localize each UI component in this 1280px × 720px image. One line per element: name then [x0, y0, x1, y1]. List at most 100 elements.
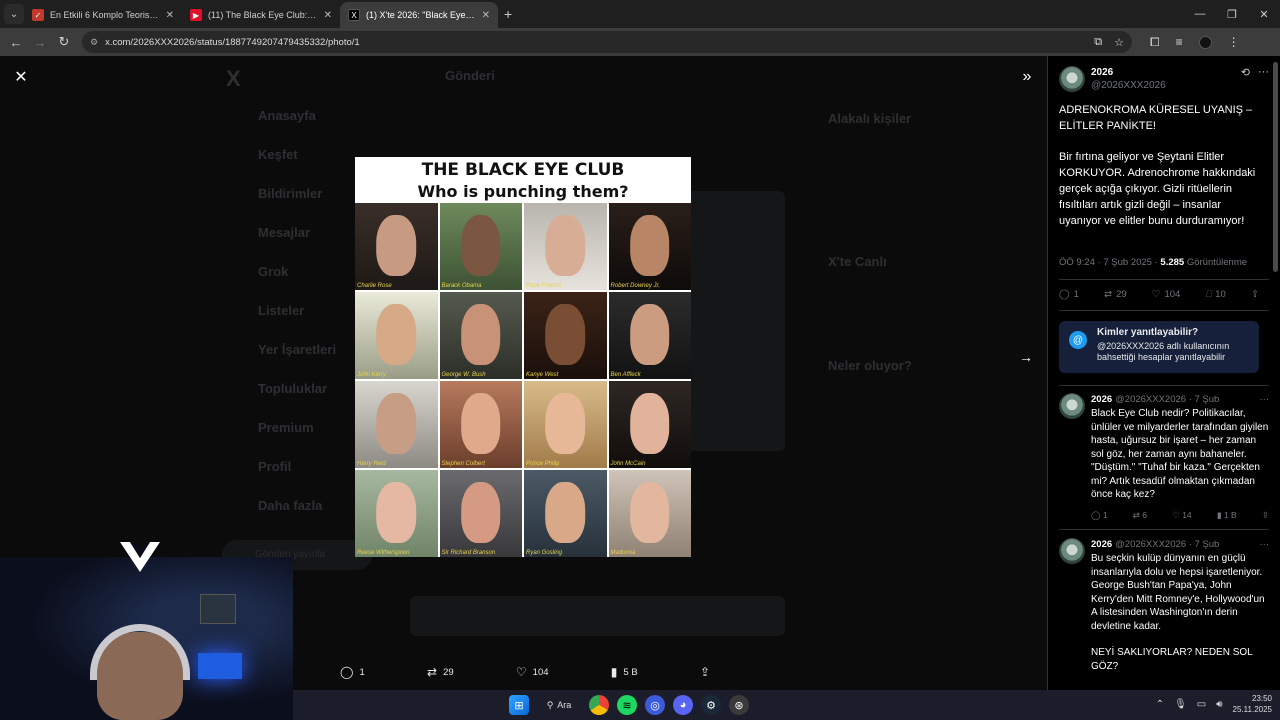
discord-icon[interactable]: ◕	[673, 695, 693, 715]
reply-avatar[interactable]	[1059, 393, 1085, 419]
tweet-time[interactable]: ÖÖ 9:24 · 7 Şub 2025 ·	[1059, 257, 1160, 268]
portrait-face	[460, 482, 501, 544]
reply-tweet[interactable]: 2026 @2026XXX2026 · 7 Şub ··· Black Eye Cl…	[1059, 393, 1269, 521]
close-window-icon[interactable]: ✕	[1248, 0, 1280, 28]
bookmark-star-icon[interactable]: ☆	[1114, 36, 1124, 49]
like-stat-count: 104	[1164, 289, 1181, 300]
reload-icon[interactable]: ↻	[52, 34, 76, 50]
next-photo-arrow-icon[interactable]: →	[1015, 346, 1037, 368]
portrait-face	[629, 215, 670, 277]
close-viewer-icon[interactable]: ✕	[10, 66, 32, 88]
author-handle[interactable]: @2026XXX2026	[1091, 79, 1166, 92]
reply-repost-count: 6	[1142, 509, 1148, 520]
bg-nav-item: Keşfet	[258, 147, 298, 162]
taskbar-search[interactable]: ⚲ Ara	[537, 695, 581, 715]
reply-like-stat[interactable]: ♡ 14	[1172, 510, 1191, 521]
taskbar-clock[interactable]: 23:50 25.11.2025	[1233, 693, 1272, 715]
views-action[interactable]: ▮ 5 B	[611, 665, 638, 679]
tweet-side-panel: 2026 @2026XXX2026 ⟲ ··· ADRENOKROMA KÜRE…	[1047, 56, 1280, 690]
extensions-icon[interactable]: ⧠	[1150, 35, 1160, 50]
restore-icon[interactable]: ❐	[1216, 0, 1248, 28]
like-stat[interactable]: ♡ 104	[1152, 289, 1180, 300]
minimize-icon[interactable]: —	[1184, 0, 1216, 28]
bookmark-stat[interactable]: ⎕ 10	[1206, 289, 1226, 300]
tab-search-chevron-icon[interactable]: ⌄	[4, 4, 24, 24]
address-bar[interactable]: ⚙ x.com/2026XXX2026/status/1887749207479…	[82, 31, 1132, 53]
share-action[interactable]: ⇪	[700, 665, 710, 679]
reply-views-count: 1 B	[1223, 509, 1237, 520]
tab-close-icon[interactable]: ✕	[324, 10, 332, 21]
repost-count: 29	[443, 666, 454, 678]
reply-author-handle[interactable]: @2026XXX2026 · 7 Şub	[1115, 393, 1219, 406]
reply-repost-stat[interactable]: ⇄ 6	[1133, 510, 1147, 521]
new-tab-button[interactable]: +	[504, 6, 512, 22]
more-options-icon[interactable]: ···	[1258, 66, 1269, 92]
media-controls-icon[interactable]: ≡	[1176, 35, 1183, 49]
portrait-caption: John Kerry	[357, 372, 387, 378]
game-launcher-icon[interactable]: ⊛	[729, 695, 749, 715]
portrait-cell: George W. Bush	[439, 292, 522, 379]
reply-tweet[interactable]: 2026 @2026XXX2026 · 7 Şub ··· Bu seçkin ku…	[1059, 538, 1269, 686]
browser-tab-1[interactable]: ✓ En Etkili 6 Komplo Teorisi | Doğ ✕	[24, 2, 182, 28]
portrait-face	[460, 304, 501, 366]
bg-nav-item: Listeler	[258, 303, 305, 318]
collapse-panel-icon[interactable]: »	[1016, 66, 1038, 88]
speaker-icon[interactable]: 🔊︎	[1216, 699, 1222, 710]
repost-stat[interactable]: ⇄ 29	[1104, 289, 1127, 300]
tab-close-icon[interactable]: ✕	[482, 10, 490, 21]
tab-close-icon[interactable]: ✕	[166, 10, 174, 21]
author-avatar[interactable]	[1059, 66, 1085, 92]
browser-tab-3-active[interactable]: X (1) X'te 2026: "Black Eye Club n ✕	[340, 2, 498, 28]
repost-action[interactable]: ⇄ 29	[427, 665, 454, 679]
browser-tab-2[interactable]: ▶ (11) The Black Eye Club: The Sy ✕	[182, 2, 340, 28]
portrait-caption: Charlie Rose	[357, 283, 392, 289]
author-name[interactable]: 2026	[1091, 66, 1166, 79]
tweet-author: 2026 @2026XXX2026 ⟲ ···	[1059, 66, 1269, 92]
spotify-icon[interactable]: ≋	[617, 695, 637, 715]
windows-start-icon[interactable]: ⊞	[509, 695, 529, 715]
webcam-background-light	[198, 653, 242, 679]
grok-icon[interactable]: ⟲	[1241, 66, 1250, 92]
share-icon: ⇪	[1251, 289, 1259, 300]
reply-action[interactable]: ◯ 1	[340, 665, 365, 679]
forward-arrow-icon[interactable]: →	[28, 35, 52, 50]
reply-author-name[interactable]: 2026	[1091, 393, 1112, 406]
clock-time: 23:50	[1251, 694, 1272, 703]
bookmark-stat-count: 10	[1215, 289, 1226, 300]
divider	[1059, 310, 1269, 311]
network-icon[interactable]: ▭	[1197, 699, 1206, 710]
chrome-icon[interactable]	[589, 695, 609, 715]
reply-stat[interactable]: ◯ 1	[1059, 289, 1079, 300]
reply-avatar[interactable]	[1059, 538, 1085, 564]
site-info-icon[interactable]: ⚙	[90, 37, 98, 48]
clock-date: 25.11.2025	[1232, 705, 1272, 714]
portrait-face	[545, 304, 586, 366]
reply-author-handle[interactable]: @2026XXX2026 · 7 Şub	[1115, 538, 1219, 551]
menu-kebab-icon[interactable]: ⋮	[1228, 35, 1240, 49]
portrait-cell: Robert Downey Jr.	[608, 203, 691, 290]
share-stat[interactable]: ⇪	[1251, 289, 1259, 300]
bg-nav-item: Bildirimler	[258, 186, 323, 201]
reply-reply-stat[interactable]: ◯ 1	[1091, 510, 1108, 521]
back-arrow-icon[interactable]: ←	[4, 35, 28, 50]
microphone-icon[interactable]: 🎙︎	[1174, 699, 1187, 710]
tweet-photo[interactable]: THE BLACK EYE CLUB Who is punching them?…	[355, 157, 691, 557]
panel-scrollbar[interactable]	[1273, 62, 1278, 272]
reply-stats: ◯ 1 ⇄ 6 ♡ 14 ▮ 1 B ⇪	[1091, 510, 1269, 521]
system-tray: ⌃ 🎙︎ ▭ 🔊︎ 23:50 25.11.2025	[1156, 693, 1272, 715]
portrait-face	[629, 304, 670, 366]
portrait-face	[376, 393, 417, 455]
more-options-icon[interactable]: ···	[1260, 538, 1270, 551]
reply-author-name[interactable]: 2026	[1091, 538, 1112, 551]
messenger-icon[interactable]: ◎	[645, 695, 665, 715]
tray-chevron-up-icon[interactable]: ⌃	[1156, 699, 1164, 710]
reply-views-stat[interactable]: ▮ 1 B	[1217, 510, 1237, 521]
steam-icon[interactable]: ⚙	[701, 695, 721, 715]
more-options-icon[interactable]: ···	[1260, 393, 1270, 406]
like-action[interactable]: ♡ 104	[516, 665, 549, 679]
share-icon[interactable]: ⇪	[1262, 510, 1269, 521]
portrait-cell: Harry Reid	[355, 381, 438, 468]
profile-avatar[interactable]	[1198, 35, 1212, 49]
install-app-icon[interactable]: ⧉	[1094, 36, 1102, 49]
reply-count: 1	[359, 666, 365, 678]
